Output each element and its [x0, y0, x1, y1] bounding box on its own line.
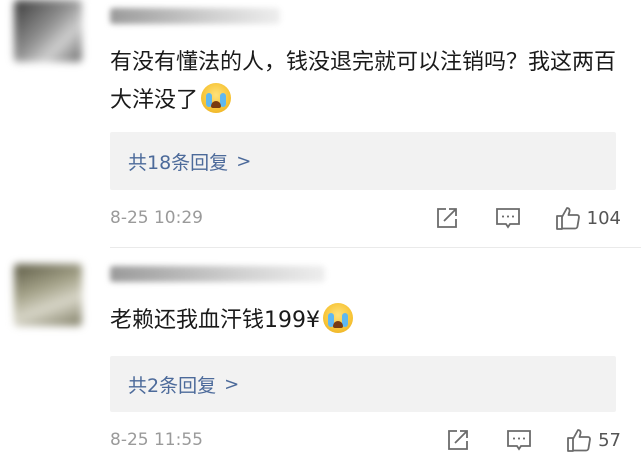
- share-icon: [436, 208, 457, 228]
- comment-meta: 8-25 11:55 57: [110, 425, 621, 455]
- comment-item: 老赖还我血汗钱199¥ 共2条回复 > 8-25 11:55 57: [0, 250, 641, 460]
- comment-text: 老赖还我血汗钱199¥: [110, 302, 621, 340]
- timestamp: 8-25 10:29: [110, 208, 203, 228]
- thumbs-up-icon: [555, 207, 580, 230]
- crying-face-icon: [323, 303, 353, 333]
- comment-item: 有没有懂法的人，钱没退完就可以注销吗？我这两百大洋没了 共18条回复 > 8-2…: [0, 0, 641, 248]
- username-blurred[interactable]: [110, 8, 280, 24]
- chevron-right-icon: >: [224, 373, 240, 395]
- view-replies-button[interactable]: 共18条回复 >: [110, 132, 616, 190]
- share-button[interactable]: [446, 428, 470, 452]
- reply-button[interactable]: [506, 428, 532, 452]
- crying-face-icon: [201, 83, 232, 113]
- share-button[interactable]: [435, 206, 459, 230]
- view-replies-button[interactable]: 共2条回复 >: [110, 356, 616, 412]
- thumbs-up-icon: [567, 429, 591, 452]
- share-icon: [448, 430, 468, 450]
- comment-text: 有没有懂法的人，钱没退完就可以注销吗？我这两百大洋没了: [110, 44, 621, 120]
- comment-text-body: 老赖还我血汗钱199¥: [110, 308, 320, 333]
- like-count: 57: [598, 429, 621, 451]
- timestamp: 8-25 11:55: [110, 430, 203, 450]
- avatar[interactable]: [14, 0, 82, 62]
- comment-meta: 8-25 10:29 104: [110, 203, 621, 233]
- replies-label: 共18条回复: [128, 151, 229, 174]
- chevron-right-icon: >: [236, 150, 252, 172]
- like-count: 104: [586, 207, 621, 229]
- avatar[interactable]: [14, 264, 82, 326]
- comment-icon: [495, 208, 520, 229]
- comment-text-body: 有没有懂法的人，钱没退完就可以注销吗？我这两百大洋没了: [110, 50, 617, 113]
- like-button[interactable]: 104: [555, 205, 621, 231]
- divider: [110, 247, 641, 248]
- replies-label: 共2条回复: [128, 374, 217, 397]
- username-blurred[interactable]: [110, 266, 325, 282]
- reply-button[interactable]: [495, 206, 521, 230]
- like-button[interactable]: 57: [566, 427, 621, 453]
- comment-icon: [507, 430, 531, 451]
